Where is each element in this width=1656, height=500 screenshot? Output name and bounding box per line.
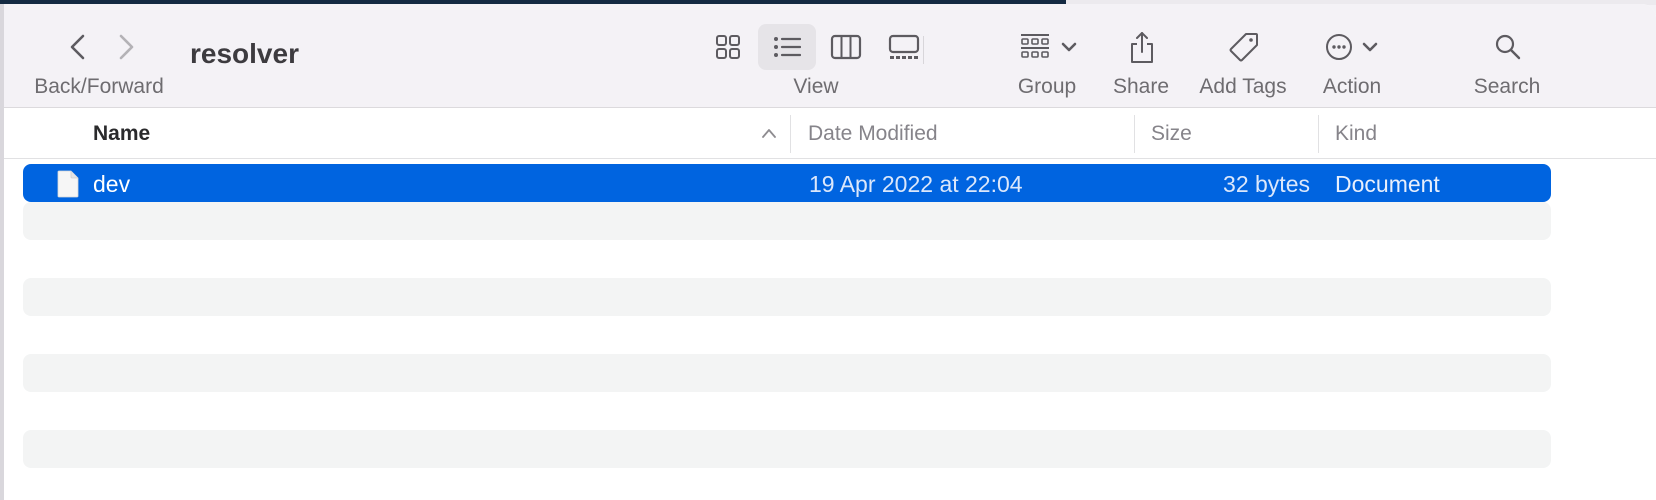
chevron-down-icon <box>1362 42 1378 52</box>
column-divider[interactable] <box>790 115 791 153</box>
file-kind: Document <box>1335 171 1440 197</box>
column-name[interactable]: Name <box>93 122 150 146</box>
add-tags-button[interactable] <box>1222 24 1266 70</box>
action-button[interactable] <box>1322 24 1382 70</box>
view-label: View <box>793 75 839 98</box>
search-label: Search <box>1473 75 1541 98</box>
column-date-modified[interactable]: Date Modified <box>808 122 938 146</box>
ellipsis-circle-icon <box>1326 34 1352 60</box>
column-kind[interactable]: Kind <box>1335 122 1377 146</box>
action-label: Action <box>1322 75 1382 98</box>
finder-window: Back/Forward resolver View Group Share A… <box>4 4 1656 500</box>
empty-row <box>23 316 1551 354</box>
view-list-button[interactable] <box>758 24 816 70</box>
back-button[interactable] <box>64 30 94 64</box>
search-button[interactable] <box>1488 24 1528 70</box>
chevron-right-icon <box>119 34 134 60</box>
back-forward-label: Back/Forward <box>34 75 164 98</box>
gallery-icon <box>888 34 920 59</box>
empty-row <box>23 278 1551 316</box>
file-size: 32 bytes <box>1223 171 1310 197</box>
file-name: dev <box>93 171 131 197</box>
add-tags-label: Add Tags <box>1199 75 1287 98</box>
column-divider[interactable] <box>1134 115 1135 153</box>
empty-row <box>23 240 1551 278</box>
share-icon <box>1131 32 1153 63</box>
empty-row <box>23 430 1551 468</box>
list-icon <box>774 37 801 57</box>
file-date-modified: 19 Apr 2022 at 22:04 <box>809 171 1023 197</box>
view-gallery-button[interactable] <box>884 24 924 70</box>
tag-icon <box>1229 33 1258 62</box>
forward-button[interactable] <box>110 30 140 64</box>
document-icon <box>57 170 79 198</box>
group-label: Group <box>1017 75 1077 98</box>
chevron-left-icon <box>70 34 85 60</box>
column-divider[interactable] <box>1318 115 1319 153</box>
group-button[interactable] <box>1014 24 1084 70</box>
window-title: resolver <box>190 38 299 69</box>
columns-icon <box>830 34 862 60</box>
empty-row <box>23 202 1551 240</box>
column-size[interactable]: Size <box>1151 122 1192 146</box>
view-column-button[interactable] <box>826 24 866 70</box>
file-list: dev 19 Apr 2022 at 22:04 32 bytes Docume… <box>23 164 1551 468</box>
grid-icon <box>716 35 740 59</box>
search-icon <box>1495 34 1521 60</box>
share-button[interactable] <box>1122 24 1162 70</box>
chevron-down-icon <box>1061 42 1077 52</box>
view-icon-button[interactable] <box>708 24 748 70</box>
toolbar: Back/Forward resolver View Group Share A… <box>4 4 1656 108</box>
file-row[interactable]: dev 19 Apr 2022 at 22:04 32 bytes Docume… <box>23 164 1551 202</box>
group-icon <box>1021 34 1049 58</box>
empty-row <box>23 392 1551 430</box>
empty-row <box>23 354 1551 392</box>
sort-ascending-icon[interactable] <box>760 126 778 140</box>
column-header: Name Date Modified Size Kind <box>4 109 1656 159</box>
share-label: Share <box>1112 75 1170 98</box>
